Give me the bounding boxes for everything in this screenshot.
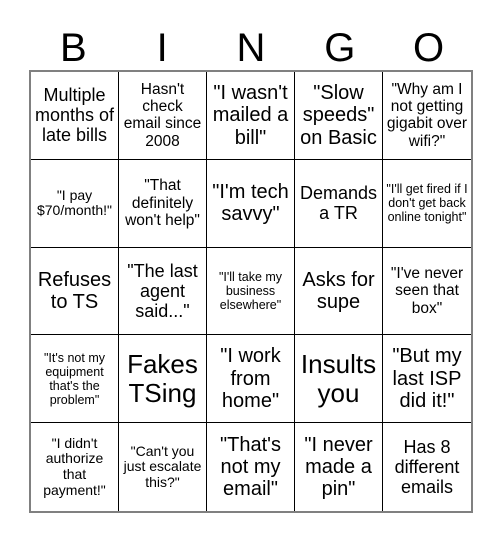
- bingo-cell-label: "I'm tech savvy": [212, 180, 289, 226]
- bingo-cell-b4[interactable]: "It's not my equipment that's the proble…: [31, 335, 119, 424]
- bingo-header-letter-g: G: [324, 26, 356, 70]
- bingo-cell-n2[interactable]: "I'm tech savvy": [207, 159, 295, 248]
- bingo-grid: Multiple months of late bills Hasn't che…: [29, 70, 473, 513]
- bingo-cell-g4[interactable]: Insults you: [295, 335, 383, 424]
- bingo-cell-o4[interactable]: "But my last ISP did it!": [383, 335, 471, 424]
- bingo-cell-label: "That's not my email": [220, 433, 281, 501]
- bingo-cell-i5[interactable]: "Can't you just escalate this?": [119, 423, 207, 511]
- bingo-header-letter-i: I: [156, 26, 168, 70]
- bingo-cell-label: "That definitely won't help": [125, 177, 200, 229]
- bingo-cell-n1[interactable]: "I wasn't mailed a bill": [207, 72, 295, 160]
- bingo-cell-label: Asks for supe: [302, 268, 375, 313]
- bingo-header-letter-o: O: [413, 26, 445, 70]
- bingo-cell-label: "I pay $70/month!": [36, 186, 113, 219]
- bingo-cell-label: Refuses to TS: [37, 268, 112, 313]
- bingo-cell-label: "I work from home": [220, 345, 281, 412]
- bingo-cell-label: "Slow speeds" on Basic: [300, 81, 377, 149]
- bingo-cell-n3[interactable]: "I'll take my business elsewhere": [207, 247, 295, 336]
- bingo-cell-g5[interactable]: "I never made a pin": [295, 423, 383, 511]
- bingo-cell-label: "I've never seen that box": [390, 264, 464, 317]
- bingo-header-letter-b: B: [60, 26, 87, 70]
- bingo-cell-label: "It's not my equipment that's the proble…: [43, 350, 105, 407]
- bingo-cell-label: "Why am I not getting gigabit over wifi?…: [386, 80, 468, 150]
- bingo-cell-o2[interactable]: "I'll get fired if I don't get back onli…: [383, 159, 471, 248]
- bingo-cell-label: "I wasn't mailed a bill": [212, 81, 289, 149]
- bingo-cell-o5[interactable]: Has 8 different emails: [383, 423, 471, 511]
- bingo-cell-n4[interactable]: "I work from home": [207, 335, 295, 424]
- bingo-cell-label: "But my last ISP did it!": [392, 345, 462, 412]
- bingo-cell-g2[interactable]: Demands a TR: [295, 159, 383, 248]
- bingo-cell-g1[interactable]: "Slow speeds" on Basic: [295, 72, 383, 160]
- bingo-cell-label: Fakes TSing: [127, 348, 198, 408]
- bingo-cell-b3[interactable]: Refuses to TS: [31, 247, 119, 336]
- bingo-cell-label: Hasn't check email since 2008: [123, 80, 202, 150]
- bingo-header-row: B I N G O: [29, 17, 473, 70]
- bingo-cell-i2[interactable]: "That definitely won't help": [119, 159, 207, 248]
- bingo-cell-label: Has 8 different emails: [394, 436, 460, 498]
- bingo-cell-label: "I didn't authorize that payment!": [43, 434, 106, 498]
- bingo-cell-i1[interactable]: Hasn't check email since 2008: [119, 72, 207, 160]
- bingo-cell-label: Insults you: [300, 348, 377, 408]
- bingo-cell-n5[interactable]: "That's not my email": [207, 423, 295, 511]
- bingo-cell-label: "Can't you just escalate this?": [123, 442, 202, 490]
- bingo-header-letter-n: N: [236, 26, 266, 70]
- bingo-cell-label: "I never made a pin": [304, 433, 373, 501]
- bingo-cell-label: Demands a TR: [299, 183, 378, 224]
- bingo-cell-b1[interactable]: Multiple months of late bills: [31, 72, 119, 160]
- bingo-cell-b5[interactable]: "I didn't authorize that payment!": [31, 423, 119, 511]
- bingo-card-page: B I N G O Multiple months of late bills …: [0, 0, 500, 544]
- bingo-cell-label: Multiple months of late bills: [34, 85, 115, 146]
- bingo-cell-i4[interactable]: Fakes TSing: [119, 335, 207, 424]
- bingo-cell-o3[interactable]: "I've never seen that box": [383, 247, 471, 336]
- bingo-cell-o1[interactable]: "Why am I not getting gigabit over wifi?…: [383, 72, 471, 160]
- bingo-cell-b2[interactable]: "I pay $70/month!": [31, 159, 119, 248]
- bingo-cell-label: "The last agent said...": [127, 260, 198, 322]
- bingo-cell-i3[interactable]: "The last agent said...": [119, 247, 207, 336]
- bingo-cell-label: "I'll get fired if I don't get back onli…: [386, 182, 468, 225]
- bingo-cell-g3[interactable]: Asks for supe: [295, 247, 383, 336]
- bingo-cell-label: "I'll take my business elsewhere": [218, 269, 283, 312]
